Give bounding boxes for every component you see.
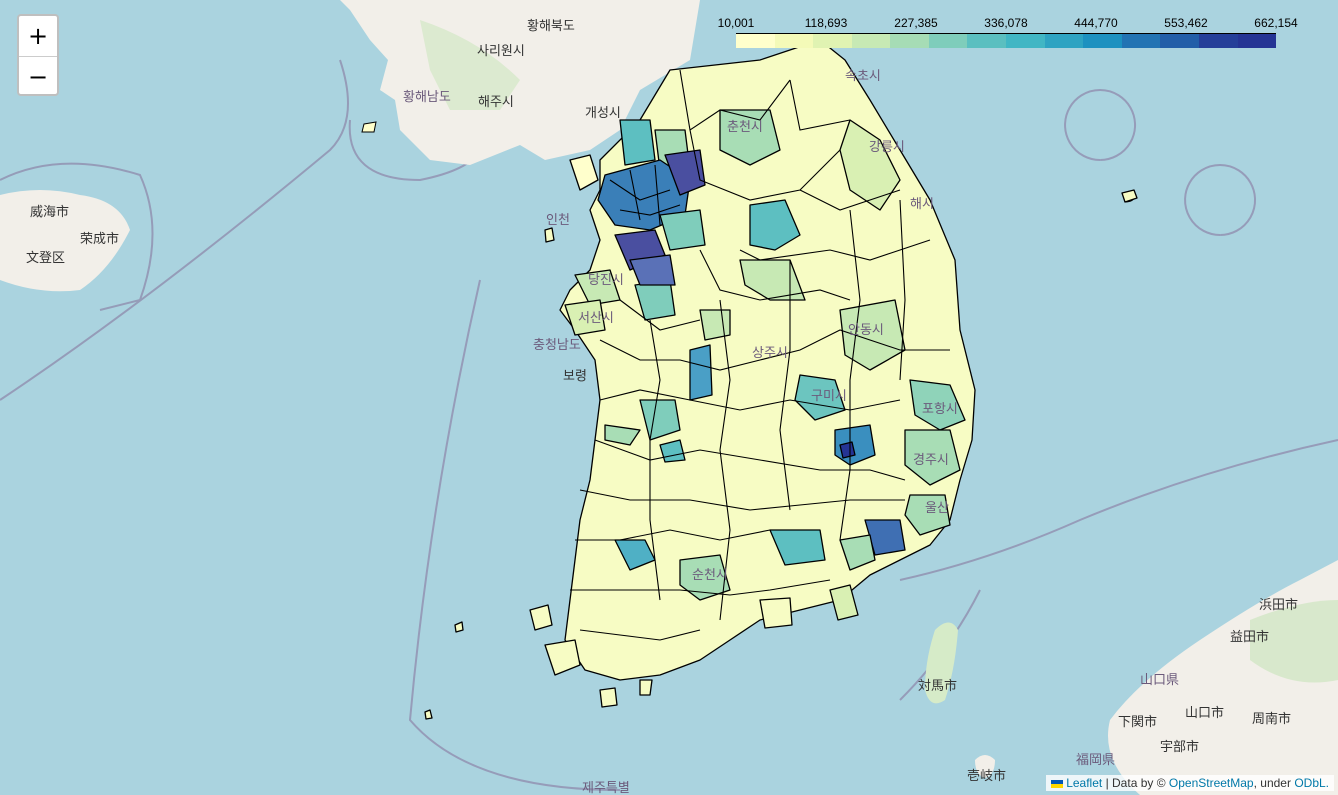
label-gyeongju: 경주시 — [913, 453, 949, 468]
legend-swatch — [1121, 34, 1161, 48]
label-yamaguchi-pref: 山口県 — [1140, 673, 1179, 688]
legend-swatch — [1160, 34, 1199, 48]
label-sokcho: 속초시 — [845, 69, 881, 84]
legend-color-bar — [736, 34, 1277, 48]
label-boryeong: 보령 — [563, 369, 587, 384]
odbl-link[interactable]: ODbL. — [1294, 776, 1329, 790]
label-dangjin: 당진시 — [588, 273, 624, 288]
legend-swatch — [1198, 34, 1238, 48]
ukraine-flag-icon — [1051, 779, 1064, 788]
island-namhae[interactable] — [759, 597, 793, 629]
label-hamada: 浜田市 — [1259, 597, 1298, 613]
legend-swatch — [890, 34, 929, 48]
label-shimonoseki: 下関市 — [1118, 714, 1157, 730]
legend-swatch — [813, 34, 852, 48]
legend-swatch — [851, 34, 891, 48]
label-andong: 안동시 — [848, 323, 884, 338]
label-yamaguchi: 山口市 — [1185, 705, 1224, 721]
legend-swatch — [1006, 34, 1045, 48]
zoom-control: + − — [17, 14, 59, 96]
label-chungnam: 충청남도 — [533, 338, 581, 353]
label-fukuoka: 福岡県 — [1076, 753, 1115, 768]
label-ulsan: 울산 — [925, 501, 949, 516]
label-rongcheng: 荣成市 — [80, 231, 119, 247]
label-donghae: 해시 — [910, 197, 934, 212]
legend-swatch — [967, 34, 1007, 48]
legend-swatch — [774, 34, 814, 48]
label-seosan: 서산시 — [578, 311, 614, 326]
label-chuncheon: 춘천시 — [727, 120, 763, 135]
label-wendeng: 文登区 — [26, 251, 65, 266]
label-masuda: 益田市 — [1230, 629, 1269, 645]
legend-swatch — [1083, 34, 1122, 48]
legend-tick-label: 336,078 — [984, 16, 1028, 30]
zoom-out-button[interactable]: − — [19, 57, 57, 94]
legend-swatch — [1237, 34, 1277, 48]
region-cheongju[interactable] — [699, 309, 731, 341]
legend-tick-label: 553,462 — [1164, 16, 1208, 30]
label-shunan: 周南市 — [1252, 711, 1291, 727]
label-kaesong: 개성시 — [585, 106, 621, 121]
label-pohang: 포항시 — [922, 402, 958, 417]
zoom-in-button[interactable]: + — [19, 16, 57, 57]
island-south-3[interactable] — [424, 709, 433, 720]
label-jeju: 제주특별 — [582, 781, 630, 795]
color-legend: 10,001 118,693 227,385 336,078 444,770 553,46… — [712, 14, 1312, 54]
label-sariwon: 사리원시 — [477, 44, 525, 59]
osm-link[interactable]: OpenStreetMap — [1169, 776, 1254, 790]
legend-tick-label: 662,154 — [1254, 16, 1298, 30]
label-hwanghae-north: 황해북도 — [527, 19, 575, 34]
map-attribution: Leaflet | Data by © OpenStreetMap, under… — [1046, 775, 1334, 791]
label-tsushima: 対馬市 — [918, 678, 957, 694]
island-west-1[interactable] — [544, 227, 555, 243]
island-south-2[interactable] — [639, 679, 653, 696]
island-south-1[interactable] — [599, 687, 618, 708]
attribution-under: , under — [1253, 776, 1291, 790]
label-ube: 宇部市 — [1160, 739, 1199, 755]
label-incheon: 인천 — [546, 213, 570, 228]
region-daegu-core[interactable] — [839, 441, 856, 459]
label-gangneung: 강릉시 — [869, 140, 905, 155]
label-weihai: 威海市 — [30, 204, 69, 220]
label-sangju: 상주시 — [752, 346, 788, 361]
region-daejeon[interactable] — [689, 344, 713, 401]
region-yangju[interactable] — [619, 119, 656, 166]
legend-tick-label: 118,693 — [804, 16, 848, 30]
legend-swatch — [1044, 34, 1084, 48]
label-gumi: 구미시 — [811, 389, 847, 404]
legend-tick-label: 444,770 — [1074, 16, 1118, 30]
label-suncheon: 순천시 — [692, 568, 728, 583]
legend-tick-label: 10,001 — [717, 16, 755, 30]
label-iki: 壱岐市 — [967, 768, 1006, 784]
leaflet-link[interactable]: Leaflet — [1066, 776, 1102, 790]
legend-swatch — [736, 34, 775, 48]
label-hwanghae-south: 황해남도 — [403, 90, 451, 105]
label-haeju: 해주시 — [478, 95, 514, 110]
legend-swatch — [928, 34, 968, 48]
legend-tick-label: 227,385 — [894, 16, 938, 30]
choropleth-map[interactable]: 황해북도 사리원시 황해남도 해주시 개성시 인천 춘천시 강릉시 속초시 해시… — [0, 0, 1338, 795]
attribution-data-by: | Data by © — [1105, 776, 1166, 790]
